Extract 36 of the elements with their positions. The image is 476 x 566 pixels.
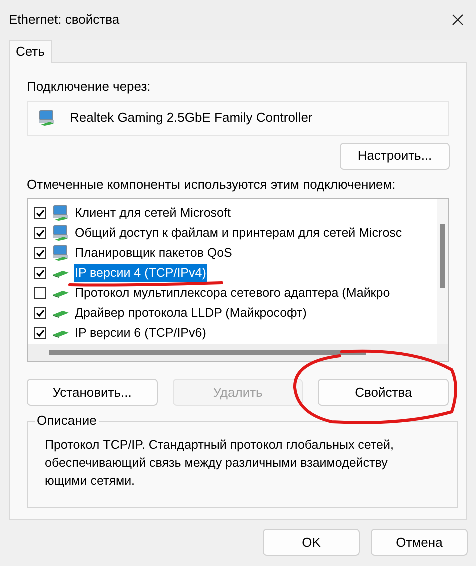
- description-text: Протокол TCP/IP. Стандартный протокол глобальных сетей, обеспечивающий связь между различными взаимодейству ющими сетями.: [45, 437, 395, 490]
- network-cable-icon: [52, 308, 70, 318]
- network-computer-icon: [52, 205, 70, 221]
- vertical-scrollbar[interactable]: [437, 199, 448, 345]
- component-item[interactable]: Общий доступ к файлам и принтерам для сетей Microsc: [74, 224, 404, 242]
- component-item[interactable]: Планировщик пакетов QoS: [74, 244, 234, 262]
- component-item[interactable]: IP версии 4 (TCP/IPv4): [74, 264, 208, 282]
- checkbox[interactable]: [34, 267, 46, 279]
- component-item[interactable]: Драйвер протокола LLDP (Майкрософт): [74, 304, 308, 322]
- network-computer-icon: [38, 110, 56, 126]
- network-computer-icon: [52, 245, 70, 261]
- window-title: Ethernet: свойства: [9, 11, 120, 30]
- component-item[interactable]: IP версии 6 (TCP/IPv6): [74, 324, 208, 342]
- checkbox[interactable]: [34, 327, 46, 339]
- close-icon[interactable]: [452, 14, 464, 26]
- component-item[interactable]: Клиент для сетей Microsoft: [74, 204, 232, 222]
- configure-button[interactable]: Настроить...: [340, 142, 450, 170]
- component-item[interactable]: Протокол мультиплексора сетевого адаптера (Майкро: [74, 284, 392, 302]
- components-label: Отмеченные компоненты используются этим подключением:: [27, 176, 397, 194]
- tab[interactable]: Сеть: [9, 40, 52, 63]
- network-cable-icon: [52, 288, 70, 298]
- action-button[interactable]: Свойства: [318, 379, 450, 406]
- adapter-field: Realtek Gaming 2.5GbE Family Controller: [27, 100, 449, 136]
- network-computer-icon: [52, 225, 70, 241]
- checkbox[interactable]: [34, 207, 46, 219]
- ok-button[interactable]: OK: [263, 529, 360, 556]
- checkbox[interactable]: [34, 247, 46, 259]
- checkbox[interactable]: [34, 307, 46, 319]
- checkbox[interactable]: [34, 287, 46, 299]
- checkbox[interactable]: [34, 227, 46, 239]
- action-button[interactable]: Установить...: [27, 379, 158, 406]
- horizontal-scrollbar[interactable]: [28, 344, 448, 361]
- network-cable-icon: [52, 268, 70, 278]
- network-cable-icon: [52, 328, 70, 338]
- connect-label: Подключение через:: [27, 78, 152, 96]
- cancel-button[interactable]: Отмена: [371, 529, 468, 556]
